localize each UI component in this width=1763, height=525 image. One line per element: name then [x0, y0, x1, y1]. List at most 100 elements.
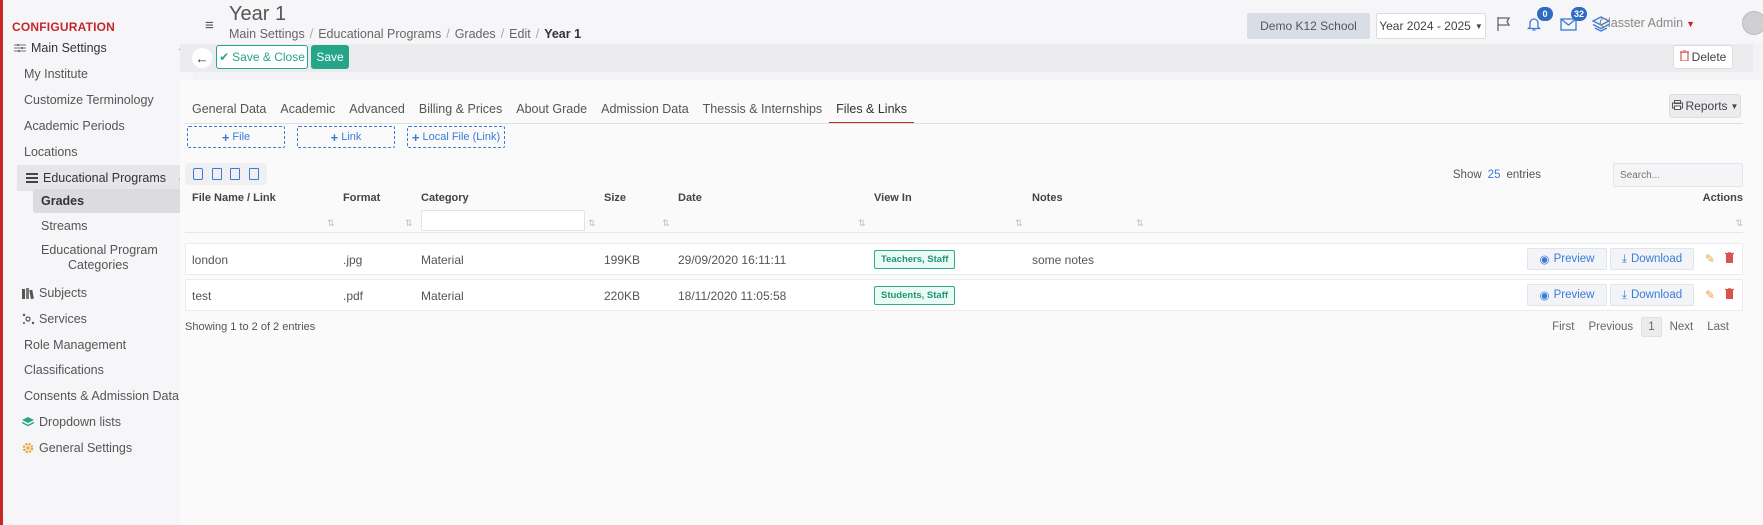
- download-button[interactable]: ⤓ Download: [1610, 284, 1694, 306]
- sort-icon[interactable]: ⇅: [1015, 218, 1023, 229]
- cell-size: 199KB: [604, 253, 641, 267]
- back-arrow-icon[interactable]: ←: [192, 48, 212, 68]
- top-header: ≡ Year 1 Main Settings / Educational Progr…: [193, 0, 1763, 44]
- reports-button[interactable]: Reports ▼: [1669, 94, 1741, 118]
- save-button[interactable]: Save: [311, 45, 349, 69]
- bell-icon[interactable]: 0: [1523, 7, 1553, 35]
- column-header-notes[interactable]: Notes: [1032, 192, 1063, 204]
- sidebar-item-role-management[interactable]: Role Management: [3, 332, 193, 358]
- pager-first[interactable]: First: [1546, 318, 1580, 336]
- save-close-button[interactable]: ✔ Save & Close: [216, 45, 308, 69]
- plus-icon: +: [411, 129, 420, 145]
- year-select[interactable]: Year 2024 - 2025 ▼: [1376, 13, 1486, 39]
- sort-icon[interactable]: ⇅: [858, 218, 866, 229]
- pencil-icon[interactable]: ✎: [1705, 288, 1715, 302]
- sort-icon[interactable]: ⇅: [662, 218, 670, 229]
- column-header-date[interactable]: Date: [678, 192, 702, 204]
- pdf-icon[interactable]: [230, 168, 241, 180]
- preview-label: Preview: [1553, 289, 1595, 301]
- sidebar-item-academic-periods[interactable]: Academic Periods: [3, 113, 193, 139]
- pager-current-page[interactable]: 1: [1641, 317, 1662, 337]
- envelope-icon[interactable]: 32: [1557, 7, 1587, 35]
- sidebar-item-dropdown-lists[interactable]: Dropdown lists: [3, 409, 193, 435]
- column-header-file-name[interactable]: File Name / Link: [192, 192, 276, 204]
- sort-icon[interactable]: ⇅: [405, 218, 413, 229]
- download-button[interactable]: ⤓ Download: [1610, 248, 1694, 270]
- sort-icon[interactable]: ⇅: [1136, 218, 1144, 229]
- school-button[interactable]: Demo K12 School: [1247, 13, 1370, 39]
- delete-label: Delete: [1691, 50, 1727, 64]
- tab-academic[interactable]: Academic: [273, 102, 342, 124]
- sidebar-item-label: Streams: [41, 219, 88, 233]
- cell-file-name[interactable]: test: [192, 289, 211, 303]
- sidebar-item-main-settings[interactable]: Main Settings ⌄: [3, 35, 193, 61]
- sidebar-item-educational-programs[interactable]: Educational Programs ⌄: [17, 165, 193, 191]
- sidebar-item-educational-program-categories[interactable]: Educational Program Categories: [3, 238, 193, 278]
- sidebar-item-streams[interactable]: Streams: [3, 213, 193, 239]
- sidebar-item-customize-terminology[interactable]: Customize Terminology: [3, 87, 193, 113]
- sidebar-item-general-settings[interactable]: General Settings: [3, 435, 193, 461]
- sidebar-item-locations[interactable]: Locations: [3, 139, 193, 165]
- tab-advanced[interactable]: Advanced: [342, 102, 412, 124]
- preview-button[interactable]: ◉ Preview: [1527, 248, 1607, 270]
- print-icon[interactable]: [193, 168, 204, 180]
- category-filter-input[interactable]: [421, 210, 585, 231]
- preview-label: Preview: [1553, 253, 1595, 265]
- sidebar-item-my-institute[interactable]: My Institute: [3, 61, 193, 87]
- user-menu[interactable]: Classter Admin ▼: [1599, 16, 1695, 30]
- sidebar-item-grades[interactable]: Grades: [33, 189, 193, 213]
- copy-icon[interactable]: [248, 168, 259, 180]
- pager-previous[interactable]: Previous: [1582, 318, 1639, 336]
- breadcrumb-item[interactable]: Main Settings: [229, 27, 305, 41]
- trash-icon[interactable]: [1725, 287, 1734, 302]
- search-input[interactable]: [1613, 163, 1743, 187]
- excel-icon[interactable]: [211, 168, 222, 180]
- column-header-view-in[interactable]: View In: [874, 192, 912, 204]
- trash-icon[interactable]: [1725, 251, 1734, 266]
- entries-select[interactable]: 25: [1488, 169, 1501, 181]
- tab-billing-prices[interactable]: Billing & Prices: [412, 102, 509, 124]
- flag-icon[interactable]: [1493, 13, 1515, 35]
- sidebar-item-label: Locations: [24, 145, 78, 159]
- caret-down-icon: ▼: [1730, 101, 1739, 111]
- download-label: Download: [1630, 289, 1683, 301]
- sort-icon[interactable]: ⇅: [327, 218, 335, 229]
- pager-last[interactable]: Last: [1701, 318, 1735, 336]
- sidebar-item-label: Subjects: [39, 286, 87, 300]
- tab-thesis-internships[interactable]: Thessis & Internships: [696, 102, 830, 124]
- menu-icon[interactable]: ≡: [205, 17, 214, 34]
- sidebar-item-subjects[interactable]: Subjects ‹: [3, 280, 193, 306]
- breadcrumb-current: Year 1: [544, 27, 582, 41]
- avatar[interactable]: [1742, 11, 1763, 35]
- eye-icon: ◉: [1539, 290, 1550, 302]
- tab-general-data[interactable]: General Data: [185, 102, 273, 124]
- sidebar-item-consents-admission-data[interactable]: Consents & Admission Data: [3, 383, 193, 409]
- sort-icon[interactable]: ⇅: [1735, 218, 1743, 229]
- sliders-icon: [13, 42, 27, 54]
- sidebar-item-services[interactable]: Services ‹: [3, 306, 193, 332]
- tab-files-links[interactable]: Files & Links: [829, 102, 915, 124]
- preview-button[interactable]: ◉ Preview: [1527, 284, 1607, 306]
- cell-file-name[interactable]: london: [192, 253, 228, 267]
- cell-notes: some notes: [1032, 253, 1095, 267]
- sort-icon[interactable]: ⇅: [588, 218, 596, 229]
- pencil-icon[interactable]: ✎: [1705, 252, 1715, 266]
- column-header-size[interactable]: Size: [604, 192, 626, 204]
- tab-about-grade[interactable]: About Grade: [509, 102, 594, 124]
- sidebar-item-label: Dropdown lists: [39, 415, 121, 429]
- check-icon: ✔: [219, 50, 230, 64]
- pager-next[interactable]: Next: [1664, 318, 1700, 336]
- tab-admission-data[interactable]: Admission Data: [594, 102, 696, 124]
- caret-down-icon: ▼: [1686, 19, 1695, 29]
- cell-format: .jpg: [343, 253, 363, 267]
- breadcrumb-item[interactable]: Educational Programs: [318, 27, 441, 41]
- breadcrumb-item[interactable]: Grades: [455, 27, 496, 41]
- column-header-category[interactable]: Category: [421, 192, 469, 204]
- add-local-file-button[interactable]: + Local File (Link): [407, 126, 505, 148]
- add-link-button[interactable]: + Link: [297, 126, 395, 148]
- column-header-format[interactable]: Format: [343, 192, 380, 204]
- breadcrumb-item[interactable]: Edit: [509, 27, 531, 41]
- delete-button[interactable]: Delete: [1673, 45, 1733, 69]
- sidebar-item-classifications[interactable]: Classifications: [3, 357, 193, 383]
- add-file-button[interactable]: + File: [187, 126, 285, 148]
